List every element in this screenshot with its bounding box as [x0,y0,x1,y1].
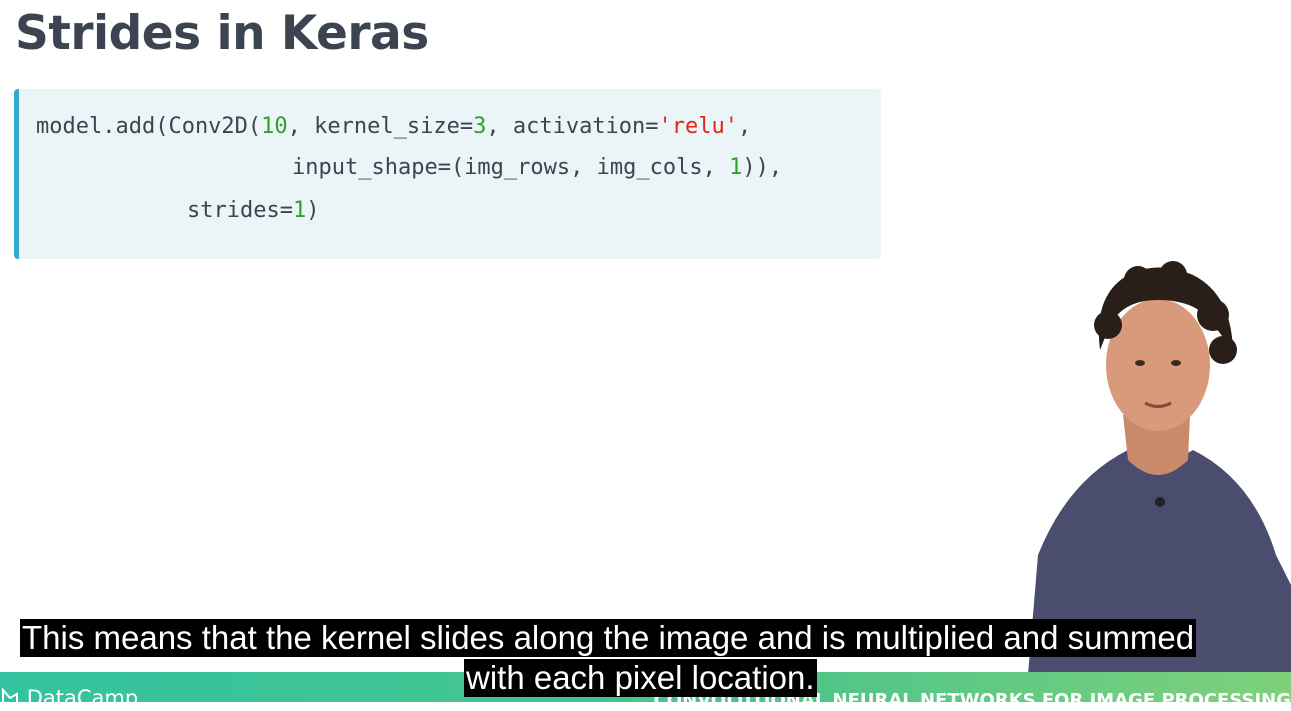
code-token: )), [742,155,783,180]
code-number: 10 [261,114,288,139]
code-token: input_shape=(img_rows, img_cols, [292,155,730,180]
code-block: model.add(Conv2D(10, kernel_size=3, acti… [14,89,881,259]
code-line-3: strides=1) [187,197,319,225]
brand: DataCamp [0,686,138,710]
code-line-2: input_shape=(img_rows, img_cols, 1)), [292,154,782,182]
slide-title: Strides in Keras [15,6,429,61]
code-token: model.add(Conv2D( [36,114,262,139]
code-token: strides= [187,198,293,223]
code-number: 1 [729,155,743,180]
code-token: , kernel_size= [287,114,474,139]
code-token: ) [306,198,320,223]
code-string: 'relu' [658,114,739,139]
subtitle-line-2: with each pixel location. [464,659,817,697]
code-line-1: model.add(Conv2D(10, kernel_size=3, acti… [36,113,751,141]
brand-name: DataCamp [26,686,139,710]
code-token: , activation= [486,114,659,139]
datacamp-logo-icon [1,688,18,710]
code-token: , [738,114,752,139]
code-number: 3 [473,114,487,139]
subtitle-line-1: This means that the kernel slides along … [20,619,1197,657]
code-number: 1 [292,198,307,223]
